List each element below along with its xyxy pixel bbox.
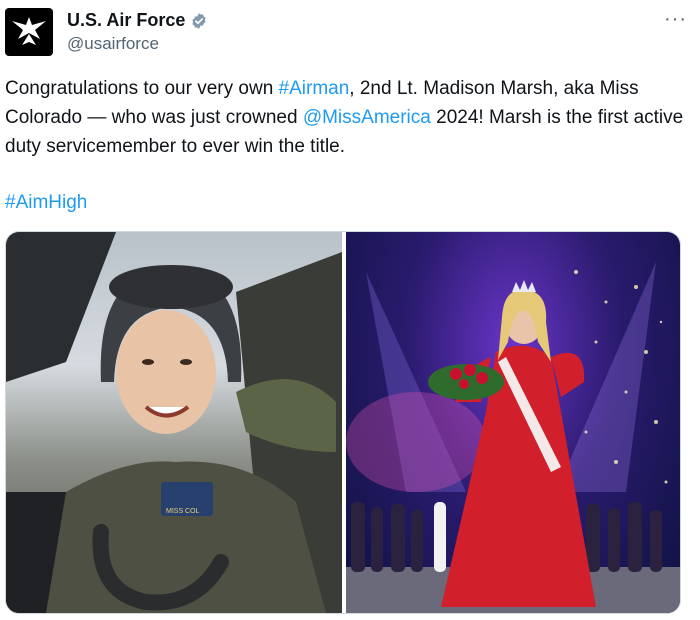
air-force-wings-icon [12, 17, 46, 45]
hashtag-line: #AimHigh [5, 188, 87, 217]
crowning-stage-illustration [346, 262, 680, 613]
name-patch-text: MISS COL [166, 508, 200, 515]
avatar[interactable] [5, 8, 53, 56]
media-grid: MISS COL [5, 231, 681, 614]
mention-missamerica-link[interactable]: @MissAmerica [303, 107, 431, 128]
hashtag-aimhigh-link[interactable]: #AimHigh [5, 192, 87, 213]
tweet-text-part: Congratulations to our very own [5, 78, 279, 99]
hashtag-airman-link[interactable]: #Airman [279, 78, 350, 99]
tweet-header: U.S. Air Force @usairforce ··· [5, 8, 695, 58]
tweet-text: Congratulations to our very own #Airman,… [5, 74, 685, 161]
account-name-row: U.S. Air Force [67, 10, 208, 31]
miss-america-crowning-photo[interactable] [346, 232, 680, 613]
pilot-portrait-photo[interactable]: MISS COL [6, 232, 342, 613]
more-options-icon[interactable]: ··· [664, 8, 687, 31]
account-handle[interactable]: @usairforce [67, 34, 159, 54]
pilot-portrait-illustration: MISS COL [6, 232, 342, 613]
verified-badge-icon [192, 12, 206, 29]
account-name[interactable]: U.S. Air Force [67, 10, 185, 31]
